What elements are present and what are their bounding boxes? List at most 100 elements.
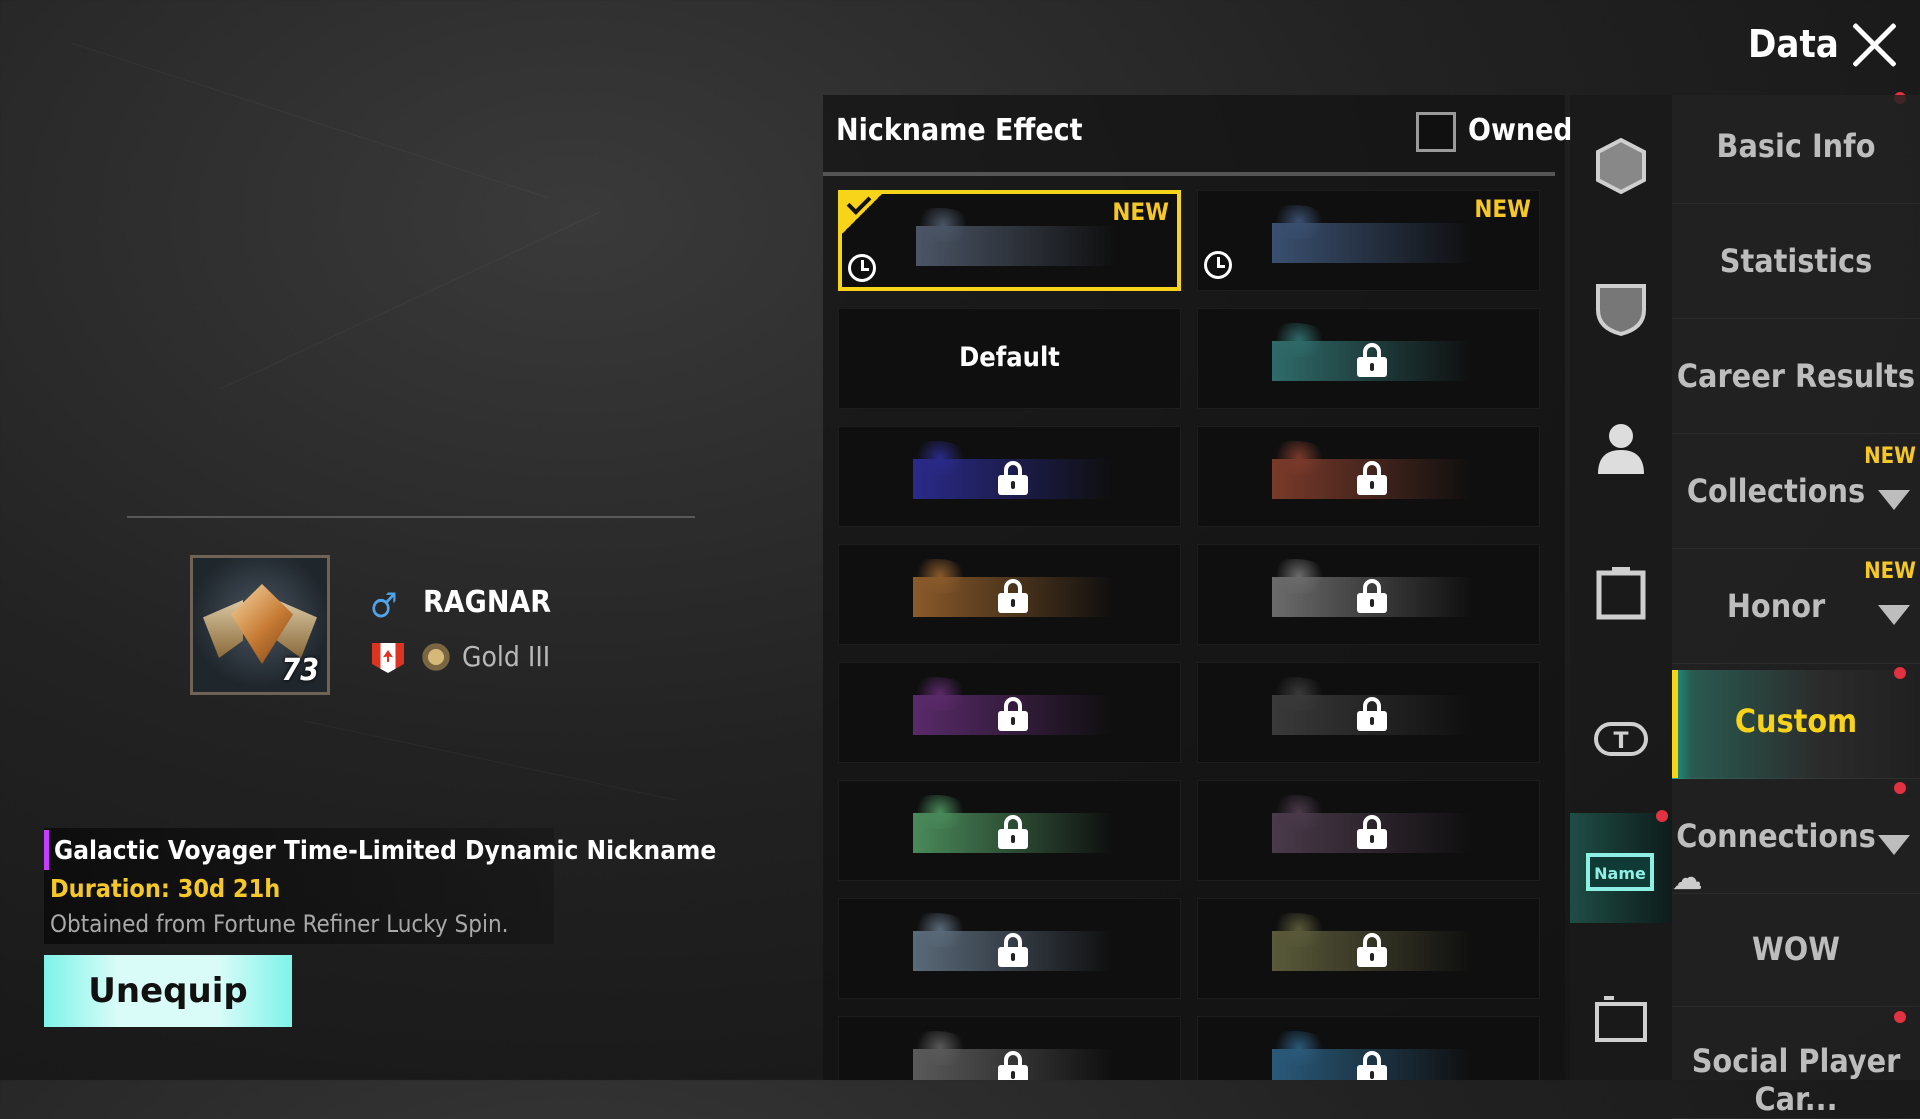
tab-statistics[interactable]: Statistics: [1672, 210, 1920, 319]
effect-ornament-icon: [1270, 441, 1328, 475]
rank-badge-icon: [420, 641, 452, 673]
page-title: Data: [1748, 22, 1839, 66]
nickname-effect-tile[interactable]: [838, 426, 1181, 527]
tab-collections[interactable]: Collections NEW: [1672, 440, 1920, 549]
notification-dot: [1894, 1011, 1906, 1023]
avatar[interactable]: 73: [190, 555, 330, 695]
chevron-down-icon[interactable]: [1878, 835, 1910, 855]
tab-wow[interactable]: WOW: [1672, 898, 1920, 1007]
effect-ornament-icon: [911, 795, 969, 829]
icon-tab-frame[interactable]: [1570, 535, 1672, 645]
lock-icon: [1357, 933, 1387, 967]
lock-icon: [998, 697, 1028, 731]
chevron-down-icon[interactable]: [1878, 490, 1910, 510]
lock-icon: [998, 461, 1028, 495]
effect-ornament-icon: [911, 677, 969, 711]
icon-tab-card[interactable]: [1570, 960, 1672, 1070]
nickname-effect-tile[interactable]: NEW: [838, 190, 1181, 291]
tile-label: Default: [959, 342, 1060, 373]
emblem-icon: [1594, 137, 1648, 195]
notification-dot: [1894, 782, 1906, 794]
effect-ornament-icon: [1270, 913, 1328, 947]
nickname-effect-tile[interactable]: [838, 898, 1181, 999]
tab-connections[interactable]: Connections: [1672, 785, 1920, 894]
nickname-effect-tile[interactable]: [1197, 780, 1540, 881]
tab-career-results[interactable]: Career Results: [1672, 325, 1920, 434]
player-rank: Gold III: [462, 640, 551, 673]
checkmark-icon: [842, 190, 882, 234]
lock-icon: [1357, 815, 1387, 849]
frame-icon: [1594, 565, 1648, 621]
new-badge: NEW: [1864, 559, 1916, 584]
tab-label: Social Player Car...: [1691, 1042, 1901, 1118]
icon-tab-nameplate[interactable]: Name: [1570, 813, 1672, 923]
nickname-effect-tile[interactable]: NEW: [1197, 190, 1540, 291]
nickname-effect-tile[interactable]: [1197, 1016, 1540, 1080]
divider: [127, 516, 695, 518]
nickname-effect-tile[interactable]: Default: [838, 308, 1181, 409]
tab-label: Honor: [1726, 587, 1826, 625]
effect-ornament-icon: [1270, 205, 1328, 239]
item-info-box: Galactic Voyager Time-Limited Dynamic Ni…: [44, 828, 716, 944]
nickname-effect-tile[interactable]: [838, 1016, 1181, 1080]
item-duration: Duration: 30d 21h: [50, 874, 281, 903]
shield-icon: [1594, 280, 1648, 337]
title-icon: T: [1594, 710, 1648, 766]
nickname-effect-tile[interactable]: [838, 544, 1181, 645]
tab-honor[interactable]: Honor NEW: [1672, 555, 1920, 664]
lock-icon: [1357, 697, 1387, 731]
item-name: Galactic Voyager Time-Limited Dynamic Ni…: [54, 836, 717, 866]
tab-label: Custom: [1734, 702, 1858, 740]
svg-text:Name: Name: [1594, 864, 1646, 883]
chevron-down-icon[interactable]: [1878, 605, 1910, 625]
icon-tab-emblem[interactable]: [1570, 108, 1672, 218]
panel-divider: [823, 172, 1555, 176]
cloud-sync-icon[interactable]: ☁: [1672, 858, 1703, 898]
tab-custom[interactable]: Custom: [1672, 670, 1920, 779]
icon-tab-avatar[interactable]: [1570, 390, 1672, 500]
icon-tab-shield[interactable]: [1570, 250, 1672, 360]
rarity-bar: [44, 830, 49, 870]
lock-icon: [998, 579, 1028, 613]
effect-ornament-icon: [911, 1031, 969, 1065]
nickname-effect-grid: NEW NEW Default: [838, 190, 1541, 1080]
lock-icon: [998, 1051, 1028, 1080]
effect-ornament-icon: [1270, 677, 1328, 711]
background-texture: [304, 720, 676, 801]
effect-ornament-icon: [911, 559, 969, 593]
tab-social-player-car[interactable]: Social Player Car...: [1672, 1010, 1920, 1119]
nickname-effect-tile[interactable]: [1197, 308, 1540, 409]
canada-flag-icon: [372, 643, 404, 673]
tab-label: Statistics: [1719, 242, 1873, 280]
svg-text:T: T: [1613, 729, 1628, 754]
lock-icon: [1357, 461, 1387, 495]
background-texture: [72, 42, 548, 199]
card-icon: [1594, 990, 1648, 1046]
panel-title: Nickname Effect: [836, 113, 1083, 148]
nickname-effect-tile[interactable]: [1197, 898, 1540, 999]
icon-tab-title[interactable]: T: [1570, 680, 1672, 790]
effect-ornament-icon: [1270, 323, 1328, 357]
nickname-effect-tile[interactable]: [838, 662, 1181, 763]
tab-label: Career Results: [1676, 357, 1916, 395]
lock-icon: [1357, 579, 1387, 613]
nickname-effect-tile[interactable]: [838, 780, 1181, 881]
tab-basic-info[interactable]: Basic Info: [1672, 95, 1920, 204]
avatar-icon: [1594, 420, 1648, 476]
effect-ornament-icon: [911, 913, 969, 947]
nickname-effect-tile[interactable]: [1197, 544, 1540, 645]
unequip-button[interactable]: Unequip: [44, 955, 292, 1027]
tab-label: Collections: [1686, 472, 1866, 510]
nameplate-icon: Name: [1586, 843, 1654, 899]
notification-dot: [1894, 667, 1906, 679]
tab-label: Basic Info: [1716, 127, 1876, 165]
nickname-effect-tile[interactable]: [1197, 426, 1540, 527]
nickname-effect-tile[interactable]: [1197, 662, 1540, 763]
owned-filter-label[interactable]: Owned: [1468, 113, 1573, 148]
close-icon[interactable]: [1850, 20, 1898, 68]
owned-filter-checkbox[interactable]: [1416, 112, 1456, 152]
tab-label: WOW: [1752, 930, 1840, 968]
background-texture: [219, 211, 601, 390]
clock-icon: [848, 254, 876, 282]
lock-icon: [1357, 343, 1387, 377]
